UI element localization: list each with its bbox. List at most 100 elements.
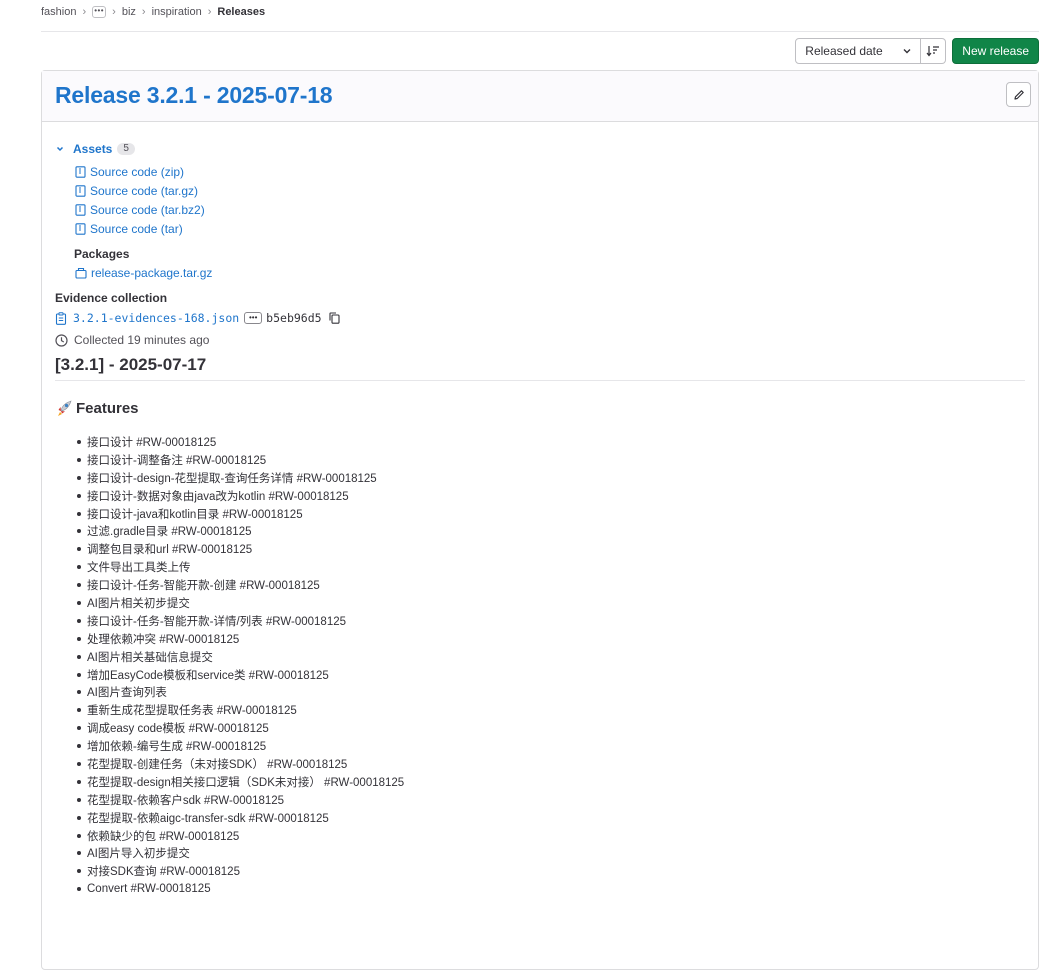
- list-item: 接口设计-任务-智能开款-详情/列表 #RW-00018125: [77, 612, 404, 630]
- bullet: [77, 583, 81, 588]
- breadcrumb-item-fashion[interactable]: fashion: [41, 6, 76, 18]
- chevron-down-icon: [903, 49, 911, 54]
- new-release-button[interactable]: New release: [952, 38, 1039, 64]
- source-link-zip[interactable]: Source code (zip): [75, 165, 184, 179]
- bullet: [77, 529, 81, 534]
- assets-toggle[interactable]: Assets 5: [55, 142, 135, 156]
- list-item: 接口设计-design-花型提取-查询任务详情 #RW-00018125: [77, 469, 404, 487]
- bullet: [77, 779, 81, 784]
- list-item-text: 接口设计-数据对象由java改为kotlin #RW-00018125: [87, 490, 349, 503]
- bullet: [77, 439, 81, 444]
- features-heading: Features: [76, 399, 139, 417]
- breadcrumb-item-biz[interactable]: biz: [122, 6, 136, 18]
- assets-label: Assets: [73, 142, 113, 156]
- list-item-text: 处理依赖冲突 #RW-00018125: [87, 633, 240, 646]
- chevron-right-icon: ›: [112, 6, 116, 18]
- list-item: 花型提取-依赖aigc-transfer-sdk #RW-00018125: [77, 809, 404, 827]
- list-item: 过滤.gradle目录 #RW-00018125: [77, 522, 404, 540]
- list-item: 调成easy code模板 #RW-00018125: [77, 719, 404, 737]
- evidence-file-link[interactable]: 3.2.1-evidences-168.json: [73, 311, 239, 325]
- assets-count-badge: 5: [117, 143, 135, 155]
- list-item-text: 增加EasyCode模板和service类 #RW-00018125: [87, 669, 329, 682]
- chevron-down-icon: [56, 146, 64, 152]
- list-item-text: 接口设计-调整备注 #RW-00018125: [87, 454, 267, 467]
- list-item-text: 花型提取-依赖客户sdk #RW-00018125: [87, 794, 285, 807]
- source-link-label: Source code (tar): [90, 222, 183, 236]
- bullet: [77, 726, 81, 731]
- sort-icon: [926, 46, 940, 57]
- evidence-row: 3.2.1-evidences-168.json ••• b5eb96d5: [55, 311, 340, 325]
- pencil-icon: [1013, 89, 1024, 100]
- list-item-text: 接口设计-任务-智能开款-详情/列表 #RW-00018125: [87, 615, 347, 628]
- package-link[interactable]: release-package.tar.gz: [75, 266, 212, 280]
- divider: [55, 380, 1025, 381]
- breadcrumb-item-inspiration[interactable]: inspiration: [152, 6, 202, 18]
- release-title[interactable]: Release 3.2.1 - 2025-07-18: [55, 82, 333, 109]
- sort-direction-button[interactable]: [921, 38, 947, 64]
- list-item: 处理依赖冲突 #RW-00018125: [77, 630, 404, 648]
- bullet: [77, 511, 81, 516]
- list-item: 调整包目录和url #RW-00018125: [77, 540, 404, 558]
- source-link-targz[interactable]: Source code (tar.gz): [75, 184, 198, 198]
- clock-icon: [55, 333, 68, 347]
- bullet: [77, 690, 81, 695]
- file-zip-icon: [75, 166, 86, 178]
- edit-release-button[interactable]: [1006, 82, 1031, 107]
- list-item: AI图片相关基础信息提交: [77, 648, 404, 666]
- bullet: [77, 618, 81, 623]
- breadcrumb: fashion › ••• › biz › inspiration › Rele…: [41, 4, 265, 20]
- list-item-text: 花型提取-依赖aigc-transfer-sdk #RW-00018125: [87, 812, 329, 825]
- version-heading: [3.2.1] - 2025-07-17: [55, 355, 207, 374]
- evidence-sha: b5eb96d5: [266, 311, 322, 325]
- bullet: [77, 672, 81, 677]
- list-item: 接口设计-java和kotlin目录 #RW-00018125: [77, 505, 404, 523]
- divider: [41, 31, 1039, 32]
- release-card-header: Release 3.2.1 - 2025-07-18: [42, 71, 1038, 122]
- bullet: [77, 475, 81, 480]
- collected-text: Collected 19 minutes ago: [74, 333, 210, 347]
- list-item-text: Convert #RW-00018125: [87, 883, 211, 896]
- evidence-expand-button[interactable]: •••: [244, 312, 263, 324]
- list-item-text: 文件导出工具类上传: [87, 562, 191, 575]
- bullet: [77, 547, 81, 552]
- file-zip-icon: [75, 185, 86, 197]
- source-link-label: Source code (zip): [90, 165, 185, 179]
- list-item-text: AI图片导入初步提交: [87, 848, 190, 861]
- list-item: 接口设计 #RW-00018125: [77, 433, 404, 451]
- list-item: Convert #RW-00018125: [77, 880, 404, 898]
- copy-icon[interactable]: [329, 312, 340, 324]
- package-link-label: release-package.tar.gz: [91, 266, 213, 280]
- bullet: [77, 815, 81, 820]
- bullet: [77, 457, 81, 462]
- bullet: [77, 636, 81, 641]
- list-item: 花型提取-创建任务（未对接SDK） #RW-00018125: [77, 755, 404, 773]
- list-item-text: 接口设计 #RW-00018125: [87, 436, 217, 449]
- source-link-label: Source code (tar.gz): [90, 184, 199, 198]
- chevron-right-icon: ›: [82, 6, 87, 18]
- features-heading-row: Features: [55, 399, 139, 417]
- source-link-tar[interactable]: Source code (tar): [75, 222, 183, 236]
- list-item-text: 过滤.gradle目录 #RW-00018125: [87, 526, 252, 539]
- features-list: 接口设计 #RW-00018125 接口设计-调整备注 #RW-00018125 接…: [77, 433, 404, 898]
- list-item: 对接SDK查询 #RW-00018125: [77, 862, 404, 880]
- list-item: 依赖缺少的包 #RW-00018125: [77, 827, 404, 845]
- bullet: [77, 744, 81, 749]
- list-item-text: 增加依赖-编号生成 #RW-00018125: [87, 741, 267, 754]
- evidence-heading: Evidence collection: [55, 291, 168, 305]
- source-link-tarbz2[interactable]: Source code (tar.bz2): [75, 203, 205, 217]
- list-item: 接口设计-数据对象由java改为kotlin #RW-00018125: [77, 487, 404, 505]
- clipboard-icon: [55, 311, 67, 325]
- bullet: [77, 600, 81, 605]
- sort-select[interactable]: Released date: [795, 38, 922, 64]
- breadcrumb-current: Releases: [217, 6, 266, 18]
- list-item-text: 依赖缺少的包 #RW-00018125: [87, 830, 240, 843]
- packages-heading: Packages: [74, 247, 130, 261]
- breadcrumb-more-button[interactable]: •••: [92, 6, 107, 18]
- bullet: [77, 565, 81, 570]
- list-item: 接口设计-调整备注 #RW-00018125: [77, 451, 404, 469]
- package-icon: [75, 267, 87, 279]
- bullet: [77, 869, 81, 874]
- list-item: 增加EasyCode模板和service类 #RW-00018125: [77, 666, 404, 684]
- file-zip-icon: [75, 223, 86, 235]
- list-item-text: AI图片查询列表: [87, 687, 167, 700]
